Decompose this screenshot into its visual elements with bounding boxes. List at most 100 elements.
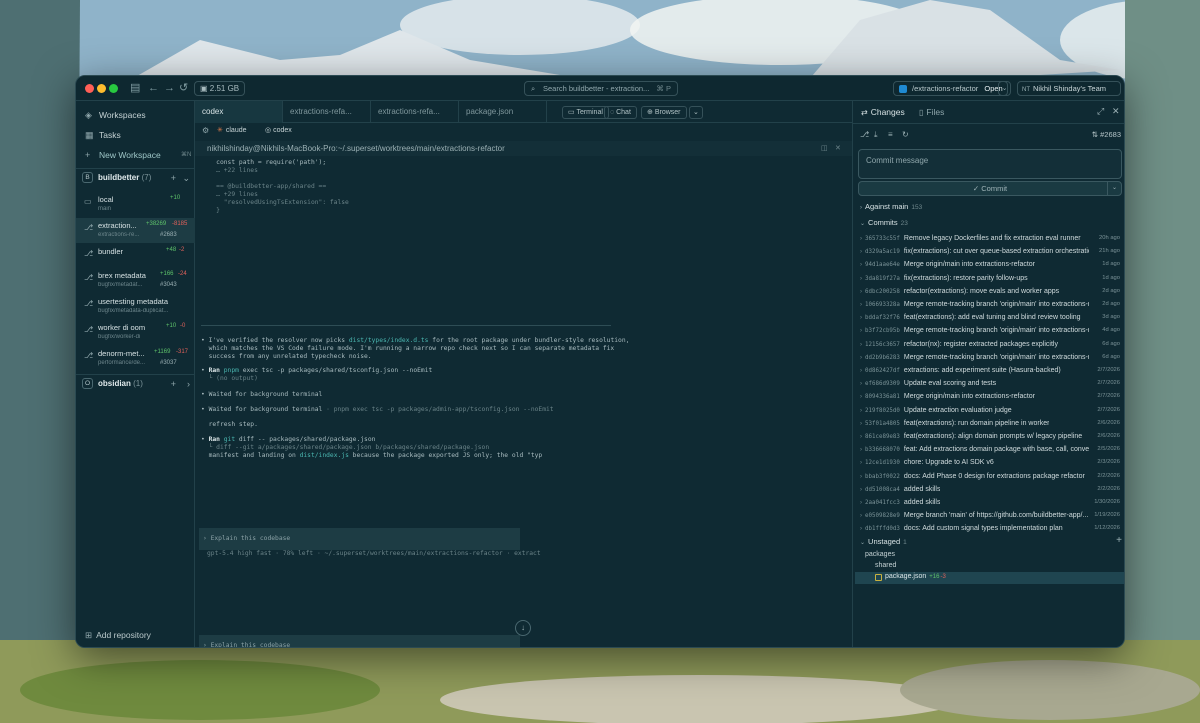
split-icon[interactable]: ◫ (821, 141, 828, 156)
chat-button[interactable]: ◌ Chat (604, 106, 637, 119)
commit-row[interactable]: › 12ce1d1930 chore: Upgrade to AI SDK v6 2/… (860, 456, 1122, 469)
close-window-button[interactable] (85, 84, 94, 93)
pull-request-link[interactable]: ⇅ #2683 (1092, 130, 1121, 139)
commit-hash: ef686d9309 (865, 381, 900, 388)
folder-shared[interactable]: shared (875, 562, 896, 569)
chevron-right-icon: › (860, 500, 862, 506)
workspace-item[interactable]: ▭ local main +10 (76, 192, 195, 217)
workspace-item[interactable]: ⎇ extraction... extractions-re... +38269… (76, 218, 195, 243)
terminal-status-line: • Waited for background terminal (201, 391, 323, 398)
download-icon[interactable]: ⤓ (874, 130, 878, 140)
refresh-icon[interactable]: ↻ (902, 130, 909, 139)
close-icon[interactable]: ✕ (1112, 106, 1120, 117)
team-switcher[interactable]: NT Nikhil Shinday's Team (1017, 81, 1121, 96)
back-icon[interactable]: ← (148, 81, 159, 95)
commit-row[interactable]: › 106693328a Merge remote-tracking branch … (860, 298, 1122, 311)
workspace-item[interactable]: ⎇ brex metadata bugfix/metadat... +166 -… (76, 268, 195, 293)
sidebar-item-tasks[interactable]: ▦ Tasks (85, 128, 121, 142)
history-icon[interactable]: ↺ (179, 81, 188, 95)
expand-icon[interactable]: ⤢ (1097, 106, 1104, 117)
commit-row[interactable]: › 53f01a4805 feat(extractions): run domain… (860, 417, 1122, 430)
gear-icon[interactable]: ⚙ (202, 126, 209, 135)
agent-claude[interactable]: ✳ claude (217, 126, 247, 134)
open-options-dropdown[interactable]: ⌄ (998, 81, 1011, 96)
terminal-message: • I've verified the resolver now picks d… (201, 337, 630, 360)
maximize-window-button[interactable] (109, 84, 118, 93)
plus-icon: + (85, 150, 91, 160)
add-workspace-icon[interactable]: + (171, 171, 176, 185)
commit-time: 21h ago (1099, 248, 1120, 255)
commit-row[interactable]: › 6dbc200258 refactor(extractions): move e… (860, 285, 1122, 298)
commit-row[interactable]: › bbab3f0022 docs: Add Phase 0 design for … (860, 470, 1122, 483)
commit-button[interactable]: ✓ Commit ⌄ (858, 181, 1122, 196)
commit-row[interactable]: › d329a5ac19 fix(extractions): cut over qu… (860, 245, 1122, 258)
tab-package-json[interactable]: package.json (459, 101, 547, 123)
new-workspace-button[interactable]: + New Workspace ⌘N (85, 148, 195, 162)
tab-extractions-2[interactable]: extractions-refa... (371, 101, 459, 123)
changed-file-package-json[interactable]: package.json +16-3 (855, 572, 1124, 584)
open-in-editor-button[interactable]: /extractions-refactor Open (893, 81, 1008, 96)
commit-options-dropdown[interactable]: ⌄ (1107, 182, 1121, 195)
folder-packages[interactable]: packages (865, 551, 895, 558)
repo-header-obsidian[interactable]: Oobsidian (1) + › (82, 377, 190, 391)
scroll-down-button[interactable]: ↓ (515, 620, 531, 636)
sidebar-item-workspaces[interactable]: ◈ Workspaces (85, 108, 146, 122)
commit-row[interactable]: › db1fffd0d3 docs: Add custom signal types… (860, 522, 1122, 535)
search-input[interactable]: ⌕ Search buildbetter - extraction... ⌘ P (524, 81, 678, 96)
forward-icon[interactable]: → (164, 81, 175, 95)
chevron-right-icon[interactable]: › (187, 377, 190, 391)
commit-row[interactable]: › e0509828e9 Merge branch 'main' of https:… (860, 509, 1122, 522)
commit-row[interactable]: › 365733c55f Remove legacy Dockerfiles and… (860, 232, 1122, 245)
tab-extractions-1[interactable]: extractions-refa... (283, 101, 371, 123)
against-main-section[interactable]: › Against main 153 (860, 202, 922, 211)
commit-row[interactable]: › 3da819f27a fix(extractions): restore par… (860, 272, 1122, 285)
commits-section[interactable]: ⌄ Commits 23 (860, 218, 908, 227)
repo-header-buildbetter[interactable]: Bbuildbetter (7) + ⌄ (82, 171, 190, 185)
terminal-text: refresh step. (201, 421, 258, 428)
chat-prompt-input[interactable]: › Explain this codebase (199, 635, 520, 647)
commit-message-input[interactable]: Commit message (858, 149, 1122, 179)
commit-row[interactable]: › dd51008ca4 added skills 2/2/2026 (860, 483, 1122, 496)
chevron-down-icon[interactable]: ⌄ (182, 171, 190, 185)
workspace-item[interactable]: ⎇ denorm-met... performance/de... +1169 … (76, 346, 195, 371)
commit-row[interactable]: › 219f8025d0 Update extraction evaluation … (860, 404, 1122, 417)
unstaged-section[interactable]: ⌄ Unstaged 1 + (860, 535, 1122, 546)
tab-files[interactable]: ▯ Files (919, 107, 944, 117)
commit-row[interactable]: › 0d862427df extractions: add experiment s… (860, 364, 1122, 377)
commit-row[interactable]: › dd2b9b6283 Merge remote-tracking branch … (860, 351, 1122, 364)
close-icon[interactable]: ✕ (835, 141, 841, 156)
add-repository-button[interactable]: ⊞ Add repository (85, 630, 151, 641)
stage-all-icon[interactable]: + (1116, 535, 1122, 546)
terminal-button[interactable]: ▭ Terminal (562, 106, 609, 119)
branch-icon[interactable]: ⎇ (860, 130, 869, 139)
commit-row[interactable]: › 861ce89e83 feat(extractions): align doma… (860, 430, 1122, 443)
more-dropdown[interactable]: ⌄ (689, 106, 703, 119)
tab-changes[interactable]: ⇄ Changes (861, 107, 905, 117)
browser-button[interactable]: ⊕ Browser (641, 106, 687, 119)
model-status: gpt-5.4 high fast · 78% left · ~/.supers… (207, 550, 541, 557)
commit-row[interactable]: › b336668070 feat: Add extractions domain … (860, 443, 1122, 456)
commit-hash: bddaf32f76 (865, 315, 900, 322)
commit-time: 1/19/2026 (1094, 512, 1120, 519)
workspace-item[interactable]: ⎇ usertesting metadata bugfix/metadata-d… (76, 294, 195, 319)
commit-message: Merge remote-tracking branch 'origin/mai… (903, 301, 1089, 308)
add-workspace-icon[interactable]: + (171, 377, 176, 391)
commit-time: 1d ago (1102, 274, 1120, 281)
commit-row[interactable]: › b3f72cb95b Merge remote-tracking branch … (860, 324, 1122, 337)
commit-row[interactable]: › 94d1aae64e Merge origin/main into extrac… (860, 258, 1122, 271)
memory-indicator[interactable]: ▣ 2.51 GB (194, 81, 246, 96)
commit-row[interactable]: › 2aa041fcc3 added skills 1/30/2026 (860, 496, 1122, 509)
agent-codex[interactable]: ◎ codex (265, 126, 292, 134)
commit-row[interactable]: › 12156c3657 refactor(nx): register extrac… (860, 338, 1122, 351)
workspace-item[interactable]: ⎇ bundler +48 -2 (76, 244, 195, 269)
list-icon[interactable]: ≡ (888, 130, 893, 139)
commit-row[interactable]: › bddaf32f76 feat(extractions): add eval t… (860, 311, 1122, 324)
chat-prompt-input[interactable]: › Explain this codebase (199, 528, 520, 550)
sidebar-toggle-icon[interactable]: ▤ (130, 81, 140, 95)
minimize-window-button[interactable] (97, 84, 106, 93)
commit-row[interactable]: › ef686d9309 Update eval scoring and tests… (860, 377, 1122, 390)
tab-codex[interactable]: codex (195, 101, 283, 123)
workspace-item[interactable]: ⎇ worker di oom bugfix/worker-di +10 -0 (76, 320, 195, 345)
commit-row[interactable]: › 8094336a81 Merge origin/main into extrac… (860, 390, 1122, 403)
chevron-right-icon: › (860, 275, 862, 282)
